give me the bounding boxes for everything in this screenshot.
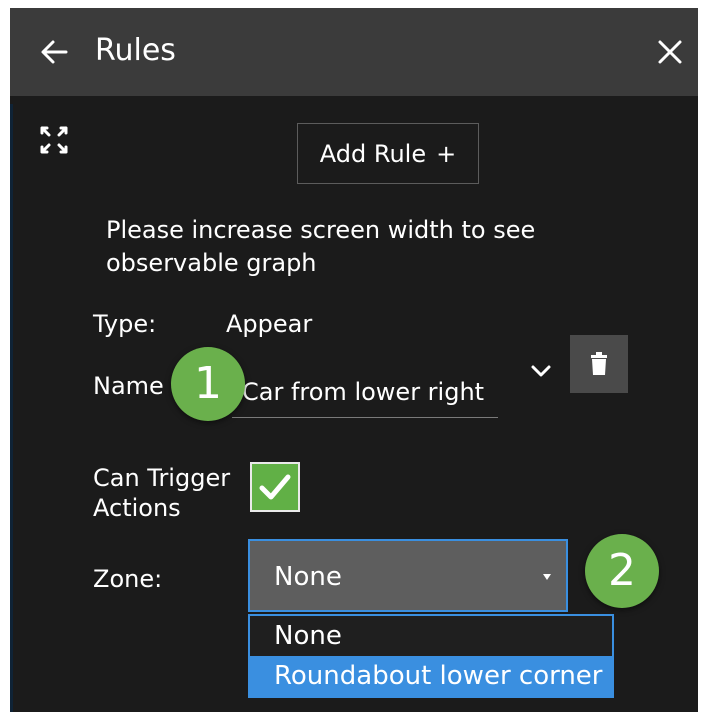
- add-rule-button[interactable]: Add Rule +: [297, 123, 479, 184]
- caret-down-icon: [543, 574, 551, 580]
- checkmark-icon: [259, 474, 291, 500]
- add-rule-label: Add Rule: [319, 139, 427, 168]
- left-edge-strip: [10, 104, 13, 712]
- rules-panel: Rules Add Rule + Please increase screen …: [10, 8, 698, 712]
- zone-option-roundabout-lower-corner[interactable]: Roundabout lower corner: [250, 656, 612, 696]
- plus-icon: +: [436, 139, 457, 168]
- delete-rule-button[interactable]: [570, 335, 628, 393]
- can-trigger-actions-checkbox[interactable]: [250, 462, 300, 512]
- expand-icon[interactable]: [38, 124, 70, 156]
- screen-width-notice: Please increase screen width to see obse…: [106, 216, 536, 277]
- page-title: Rules: [95, 33, 176, 68]
- app-root: Rules Add Rule + Please increase screen …: [0, 0, 703, 712]
- zone-dropdown-list: None Roundabout lower corner: [248, 614, 614, 698]
- type-label: Type:: [93, 310, 157, 338]
- trash-icon: [591, 352, 607, 375]
- zone-label: Zone:: [93, 565, 163, 593]
- zone-select-value: None: [274, 562, 342, 592]
- zone-select[interactable]: None: [248, 539, 568, 612]
- arrow-left-icon[interactable]: [36, 34, 72, 70]
- close-icon[interactable]: [654, 36, 686, 68]
- rule-name-input[interactable]: [232, 366, 498, 418]
- can-trigger-actions-label: Can Trigger Actions: [93, 464, 231, 522]
- callout-badge-2: 2: [585, 534, 659, 608]
- panel-header: Rules: [10, 8, 698, 96]
- chevron-down-icon[interactable]: [528, 358, 554, 384]
- type-value: Appear: [226, 310, 313, 338]
- zone-option-none[interactable]: None: [250, 616, 612, 656]
- callout-badge-1: 1: [171, 347, 245, 421]
- name-label: Name: [93, 372, 164, 400]
